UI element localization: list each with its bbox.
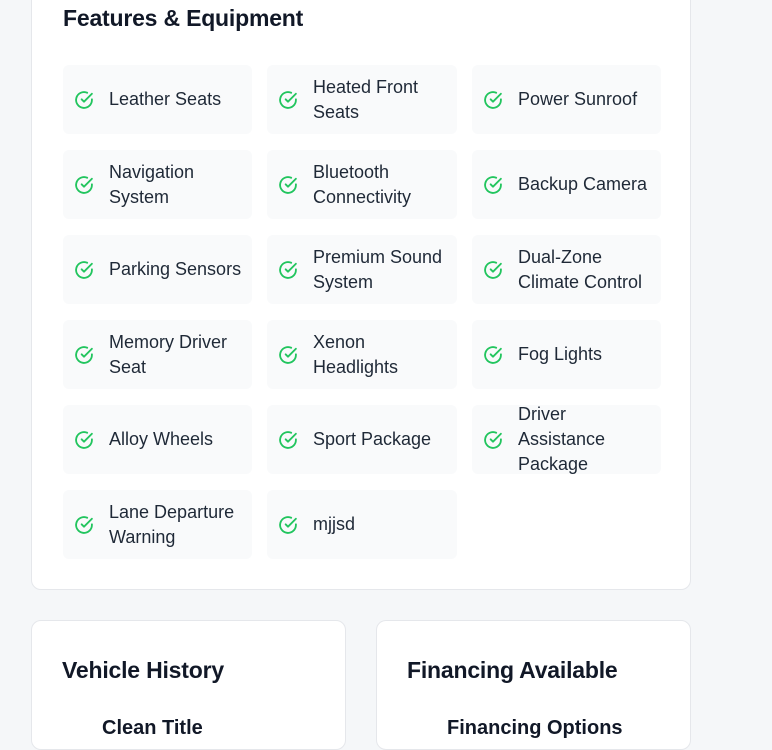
check-circle-icon [74, 90, 94, 110]
feature-item: Leather Seats [63, 65, 252, 134]
feature-item: mjjsd [267, 490, 457, 559]
feature-label: Driver Assistance Package [518, 404, 606, 474]
feature-label: Leather Seats [109, 89, 222, 109]
feature-item: Bluetooth Connectivity [267, 150, 457, 219]
feature-item: Memory Driver Seat [63, 320, 252, 389]
feature-label: Bluetooth Connectivity [313, 161, 412, 207]
check-circle-icon [74, 430, 94, 450]
feature-item: Heated Front Seats [267, 65, 457, 134]
feature-label: Sport Package [313, 429, 432, 449]
financing-item: Financing Options [447, 717, 623, 739]
feature-item: Xenon Headlights [267, 320, 457, 389]
check-circle-icon [74, 175, 94, 195]
features-title: Features & Equipment [63, 5, 304, 31]
feature-label: Premium Sound System [313, 246, 443, 292]
vehicle-history-card: Vehicle History Clean Title [31, 620, 346, 750]
check-circle-icon [278, 90, 298, 110]
feature-item: Lane Departure Warning [63, 490, 252, 559]
features-grid: Leather Seats Heated Front Seats Power Sun… [63, 65, 661, 559]
feature-item: Alloy Wheels [63, 405, 252, 474]
feature-item: Power Sunroof [472, 65, 661, 134]
feature-label: Power Sunroof [518, 89, 638, 109]
feature-item: Dual-Zone Climate Control [472, 235, 661, 304]
feature-label: Memory Driver Seat [109, 331, 228, 377]
feature-label: Heated Front Seats [313, 76, 419, 122]
feature-label: Xenon Headlights [313, 331, 399, 377]
feature-label: Fog Lights [518, 344, 603, 364]
feature-item: Navigation System [63, 150, 252, 219]
check-circle-icon [278, 430, 298, 450]
financing-title: Financing Available [407, 657, 618, 683]
features-card: Features & Equipment Leather Seats Heated… [31, 0, 691, 590]
check-circle-icon [74, 260, 94, 280]
check-circle-icon [278, 175, 298, 195]
check-circle-icon [483, 430, 503, 450]
feature-item: Parking Sensors [63, 235, 252, 304]
feature-label: Backup Camera [518, 174, 648, 194]
feature-item: Premium Sound System [267, 235, 457, 304]
check-circle-icon [483, 345, 503, 365]
feature-item: Driver Assistance Package [472, 404, 661, 474]
check-circle-icon [278, 515, 298, 535]
feature-label: Navigation System [109, 161, 195, 207]
check-circle-icon [483, 90, 503, 110]
feature-label: Dual-Zone Climate Control [518, 246, 643, 292]
financing-card: Financing Available Financing Options [376, 620, 691, 750]
feature-label: Alloy Wheels [109, 429, 214, 449]
feature-label: Lane Departure Warning [109, 501, 235, 547]
feature-item: Sport Package [267, 405, 457, 474]
check-circle-icon [278, 260, 298, 280]
check-circle-icon [74, 515, 94, 535]
vehicle-history-title: Vehicle History [62, 657, 224, 683]
feature-label: Parking Sensors [109, 259, 242, 279]
vehicle-history-item: Clean Title [102, 717, 203, 739]
check-circle-icon [483, 260, 503, 280]
check-circle-icon [74, 345, 94, 365]
feature-label: mjjsd [313, 514, 356, 534]
check-circle-icon [483, 175, 503, 195]
feature-item: Fog Lights [472, 320, 661, 389]
feature-item: Backup Camera [472, 150, 661, 219]
check-circle-icon [278, 345, 298, 365]
